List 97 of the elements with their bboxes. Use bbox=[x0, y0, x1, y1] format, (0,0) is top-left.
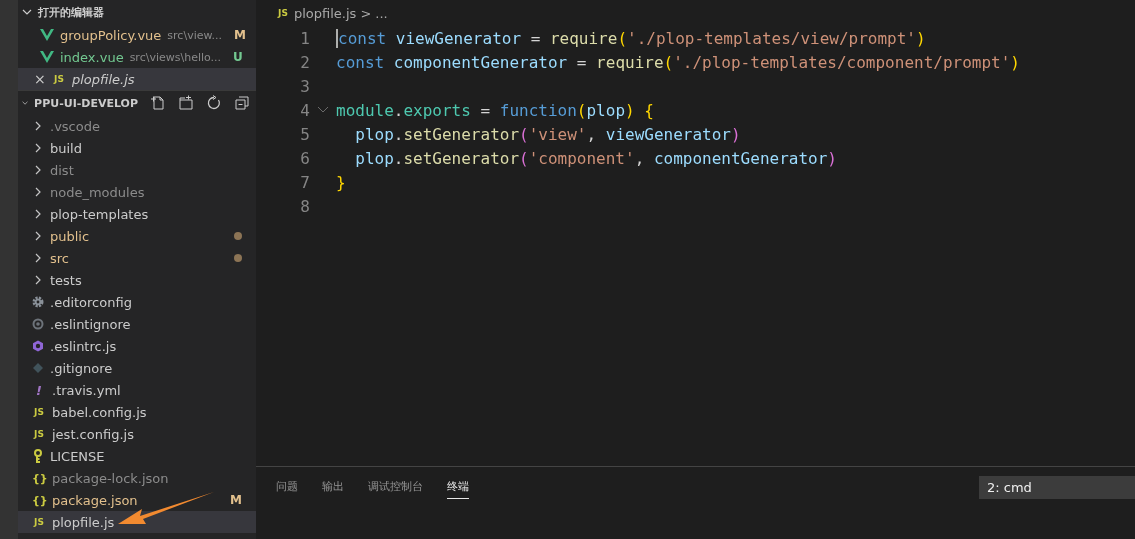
chevron-right-icon bbox=[34, 252, 42, 264]
new-file-icon[interactable] bbox=[150, 95, 166, 111]
line-number: 6 bbox=[299, 148, 310, 168]
file-tree-item[interactable]: ! .travis.yml bbox=[18, 379, 256, 401]
chevron-right-icon bbox=[34, 186, 42, 198]
file-name: .travis.yml bbox=[52, 382, 121, 398]
code-line: plop.setGenerator('view', viewGenerator) bbox=[354, 124, 741, 144]
line-number: 5 bbox=[299, 124, 310, 144]
file-tree-item[interactable]: {} package-lock.json bbox=[18, 467, 256, 489]
line-number: 3 bbox=[299, 76, 310, 96]
file-tree-item[interactable]: JS jest.config.js bbox=[18, 423, 256, 445]
file-tree-item[interactable]: {} package.json M bbox=[18, 489, 256, 511]
file-name: package-lock.json bbox=[52, 470, 169, 486]
code-line: plop.setGenerator('component', componentGenerator) bbox=[354, 148, 837, 168]
file-tree-item[interactable]: .editorconfig bbox=[18, 291, 256, 313]
chevron-right-icon bbox=[34, 164, 42, 176]
chevron-right-icon bbox=[34, 208, 42, 220]
gear-icon bbox=[32, 296, 44, 308]
file-name: LICENSE bbox=[50, 448, 105, 464]
file-name: plopfile.js bbox=[52, 514, 115, 530]
key-icon bbox=[32, 449, 44, 463]
chevron-right-icon bbox=[34, 120, 42, 132]
file-name: package.json bbox=[52, 492, 138, 508]
code-line: const viewGenerator = require('./plop-templates/view/prompt') bbox=[336, 28, 926, 48]
explorer-header[interactable]: PPU-UI-DEVELOP bbox=[18, 90, 256, 115]
file-name: babel.config.js bbox=[52, 404, 147, 420]
circle-icon bbox=[32, 318, 44, 330]
file-name: plop-templates bbox=[50, 206, 149, 222]
panel-tab[interactable]: 终端 bbox=[447, 475, 469, 499]
file-tree-item[interactable]: node_modules bbox=[18, 181, 256, 203]
file-name: .vscode bbox=[50, 118, 100, 134]
open-editor-item[interactable]: × JS plopfile.js bbox=[18, 68, 256, 90]
file-name: .gitignore bbox=[50, 360, 113, 376]
hexagon-icon bbox=[32, 340, 44, 352]
js-icon: JS bbox=[276, 8, 290, 18]
line-number: 1 bbox=[299, 28, 310, 48]
open-editor-item[interactable]: index.vue src\views\hello... U bbox=[18, 46, 256, 68]
line-number: 4 bbox=[299, 100, 310, 120]
line-number: 7 bbox=[299, 172, 310, 192]
terminal-select[interactable]: 2: cmd bbox=[979, 475, 1135, 499]
line-number: 8 bbox=[299, 196, 310, 216]
js-icon: JS bbox=[52, 74, 66, 84]
breadcrumb-separator: > bbox=[360, 5, 372, 21]
file-name: groupPolicy.vue bbox=[60, 27, 162, 43]
close-icon[interactable]: × bbox=[34, 71, 46, 87]
chevron-right-icon bbox=[34, 230, 42, 242]
file-tree-item[interactable]: build bbox=[18, 137, 256, 159]
vue-icon bbox=[40, 51, 54, 63]
file-tree-item[interactable]: LICENSE bbox=[18, 445, 256, 467]
chevron-right-icon bbox=[34, 142, 42, 154]
code-line: } bbox=[336, 172, 346, 192]
file-name: public bbox=[50, 228, 90, 244]
fold-icon[interactable] bbox=[317, 106, 329, 114]
refresh-icon[interactable] bbox=[206, 95, 222, 111]
file-tree-item[interactable]: public bbox=[18, 225, 256, 247]
file-name: tests bbox=[50, 272, 82, 288]
file-tree-item[interactable]: plop-templates bbox=[18, 203, 256, 225]
vue-icon bbox=[40, 29, 54, 41]
open-editors-header[interactable]: 打开的编辑器 bbox=[18, 0, 256, 24]
js-icon: JS bbox=[32, 517, 46, 527]
code-line: module.exports = function(plop) { bbox=[336, 100, 654, 120]
file-tree-item[interactable]: tests bbox=[18, 269, 256, 291]
file-name: .editorconfig bbox=[50, 294, 132, 310]
breadcrumb-item[interactable]: ... bbox=[375, 5, 388, 21]
collapse-icon[interactable] bbox=[234, 95, 250, 111]
file-tree-item[interactable]: .gitignore bbox=[18, 357, 256, 379]
file-tree-item[interactable]: .eslintignore bbox=[18, 313, 256, 335]
panel-tab[interactable]: 调试控制台 bbox=[368, 475, 423, 499]
file-name: src bbox=[50, 250, 69, 266]
exclamation-icon: ! bbox=[32, 382, 46, 398]
file-name: .eslintrc.js bbox=[50, 338, 117, 354]
braces-icon: {} bbox=[32, 493, 46, 507]
file-name: build bbox=[50, 140, 82, 156]
panel-tab[interactable]: 问题 bbox=[276, 475, 298, 499]
file-name: node_modules bbox=[50, 184, 145, 200]
js-icon: JS bbox=[32, 407, 46, 417]
file-name: plopfile.js bbox=[72, 71, 135, 87]
file-name: dist bbox=[50, 162, 74, 178]
breadcrumb-item[interactable]: plopfile.js bbox=[294, 5, 357, 21]
file-tree-item[interactable]: JS plopfile.js bbox=[18, 511, 256, 533]
file-tree-item[interactable]: src bbox=[18, 247, 256, 269]
open-editor-item[interactable]: groupPolicy.vue src\view... M bbox=[18, 24, 256, 46]
code-line: const componentGenerator = require('./plop-templates/component/prompt') bbox=[336, 52, 1020, 72]
file-name: .eslintignore bbox=[50, 316, 131, 332]
panel-tab[interactable]: 输出 bbox=[322, 475, 344, 499]
js-icon: JS bbox=[32, 429, 46, 439]
file-name: jest.config.js bbox=[52, 426, 134, 442]
file-tree-item[interactable]: .eslintrc.js bbox=[18, 335, 256, 357]
line-number: 2 bbox=[299, 52, 310, 72]
new-folder-icon[interactable] bbox=[178, 95, 194, 111]
file-tree-item[interactable]: .vscode bbox=[18, 115, 256, 137]
chevron-right-icon bbox=[34, 274, 42, 286]
braces-icon: {} bbox=[32, 471, 46, 485]
file-tree-item[interactable]: dist bbox=[18, 159, 256, 181]
file-name: index.vue bbox=[60, 49, 124, 65]
file-tree-item[interactable]: JS babel.config.js bbox=[18, 401, 256, 423]
diamond-icon bbox=[32, 362, 44, 374]
